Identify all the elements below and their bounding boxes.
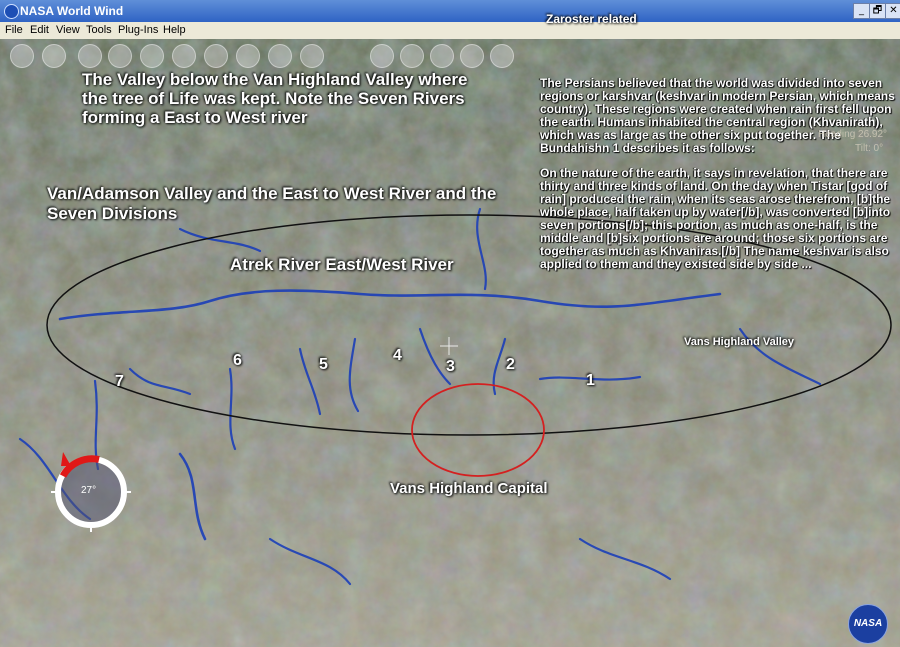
river-number-5: 5	[319, 356, 328, 373]
nasa-logo: NASA	[848, 604, 888, 644]
tilt-readout: Tilt: 0°	[855, 143, 884, 154]
restore-button[interactable]: 🗗	[869, 3, 886, 19]
toolbar-info-icon[interactable]	[430, 44, 454, 68]
toolbar-clock-icon[interactable]	[108, 44, 132, 68]
toolbar-compass-icon[interactable]	[172, 44, 196, 68]
info-paragraph-2: On the nature of the earth, it says in r…	[540, 166, 891, 271]
toolbar-settings-icon[interactable]	[490, 44, 514, 68]
toolbar-boundary-icon[interactable]	[300, 44, 324, 68]
toolbar-image-icon[interactable]	[370, 44, 394, 68]
river-number-7: 7	[115, 373, 124, 390]
close-button[interactable]: ✕	[885, 3, 900, 19]
menu-view[interactable]: View	[56, 24, 80, 36]
river-number-2: 2	[506, 356, 515, 373]
menu-file[interactable]: File	[5, 24, 23, 36]
heading-readout: Heading 26.92°	[818, 129, 888, 140]
panel-title: Zaroster related	[546, 12, 637, 26]
toolbar-flag-icon[interactable]	[400, 44, 424, 68]
river-number-1: 1	[586, 372, 595, 389]
toolbar-star-icon[interactable]	[140, 44, 164, 68]
info-panel: The Persians believed that the world was…	[540, 77, 896, 283]
menu-plugins[interactable]: Plug-Ins	[118, 24, 158, 36]
compass-value: 27°	[81, 485, 97, 496]
menu-help[interactable]: Help	[163, 24, 186, 36]
river-number-3: 3	[446, 358, 455, 375]
toolbar-measure-icon[interactable]	[204, 44, 228, 68]
toolbar-map-icon[interactable]	[460, 44, 484, 68]
menu-bar: File Edit View Tools Plug-Ins Help	[0, 22, 900, 40]
river-number-6: 6	[233, 352, 242, 369]
toolbar-layers-icon[interactable]	[42, 44, 66, 68]
menu-tools[interactable]: Tools	[86, 24, 112, 36]
compass-widget[interactable]: 27°	[51, 452, 131, 532]
window-title: NASA World Wind	[20, 4, 124, 18]
adamson-valley-label: Van/Adamson Valley and the East to West …	[47, 184, 497, 223]
toolbar-camera-icon[interactable]	[268, 44, 292, 68]
vans-highland-valley-label: Vans Highland Valley	[684, 336, 795, 348]
valley-below-label: The Valley below the Van Highland Valley…	[82, 70, 468, 127]
vans-highland-capital-label: Vans Highland Capital	[390, 480, 548, 497]
info-paragraph-1: The Persians believed that the world was…	[540, 76, 895, 155]
river-number-4: 4	[393, 347, 402, 364]
minimize-button[interactable]: _	[853, 3, 870, 19]
toolbar-place-icon[interactable]	[236, 44, 260, 68]
menu-edit[interactable]: Edit	[30, 24, 49, 36]
toolbar-grid-icon[interactable]	[78, 44, 102, 68]
toolbar-globe-icon[interactable]	[10, 44, 34, 68]
app-icon	[4, 4, 19, 19]
map-viewport[interactable]: The Persians believed that the world was…	[0, 39, 900, 647]
window-titlebar: NASA World Wind _ 🗗 ✕	[0, 0, 900, 22]
atrek-river-label: Atrek River East/West River	[230, 255, 454, 274]
